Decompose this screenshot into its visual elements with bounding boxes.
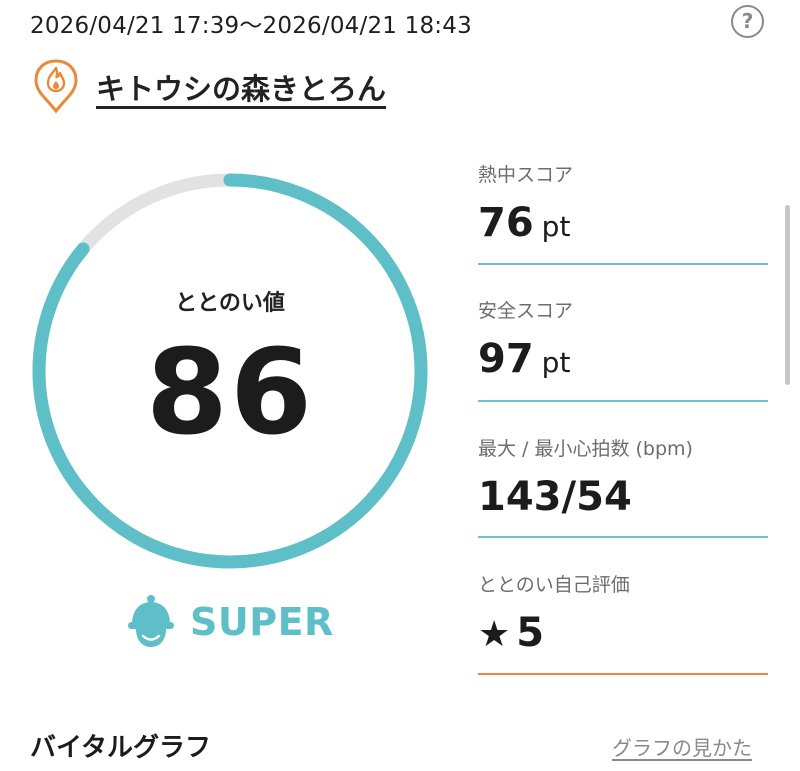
divider xyxy=(478,263,768,265)
scrollbar[interactable] xyxy=(785,205,790,385)
gauge-value: 86 xyxy=(145,323,315,461)
safety-score-value: 97 pt xyxy=(478,336,768,382)
heart-rate-value: 143/54 xyxy=(478,474,632,520)
self-rating-label: ととのい自己評価 xyxy=(478,574,630,596)
divider xyxy=(478,536,768,538)
self-rating-value: ★ 5 xyxy=(478,610,768,656)
heat-score-label: 熱中スコア xyxy=(478,164,574,186)
safety-score-unit: pt xyxy=(541,346,571,379)
divider xyxy=(478,400,768,402)
facility-name-link[interactable]: キトウシの森きとろん xyxy=(96,66,386,108)
safety-score-label: 安全スコア xyxy=(478,300,574,322)
heat-score-number: 76 xyxy=(478,200,534,246)
sauna-hat-face-icon xyxy=(128,595,174,647)
heart-rate-label: 最大 / 最小心拍数 (bpm) xyxy=(478,438,693,460)
star-icon: ★ xyxy=(478,614,511,655)
vital-graph-title: バイタルグラフ xyxy=(30,733,211,763)
rank-label: SUPER xyxy=(190,600,334,644)
safety-score: 安全スコア 97 pt xyxy=(478,296,768,382)
safety-score-number: 97 xyxy=(478,336,534,382)
date-range: 2026/04/21 17:39〜2026/04/21 18:43 xyxy=(30,13,472,39)
sauna-flame-pin-icon xyxy=(34,59,78,114)
self-rating: ととのい自己評価 ★ 5 xyxy=(478,570,768,656)
heat-score-value: 76 pt xyxy=(478,200,768,246)
heat-score: 熱中スコア 76 pt xyxy=(478,160,768,246)
heat-score-unit: pt xyxy=(541,210,571,243)
heart-rate: 最大 / 最小心拍数 (bpm) 143/54 xyxy=(478,434,768,520)
help-icon[interactable]: ? xyxy=(731,5,764,38)
divider xyxy=(478,673,768,675)
gauge-label: ととのい値 xyxy=(175,291,285,316)
self-rating-number: 5 xyxy=(516,610,545,656)
graph-guide-link[interactable]: グラフの見かた xyxy=(612,732,752,761)
